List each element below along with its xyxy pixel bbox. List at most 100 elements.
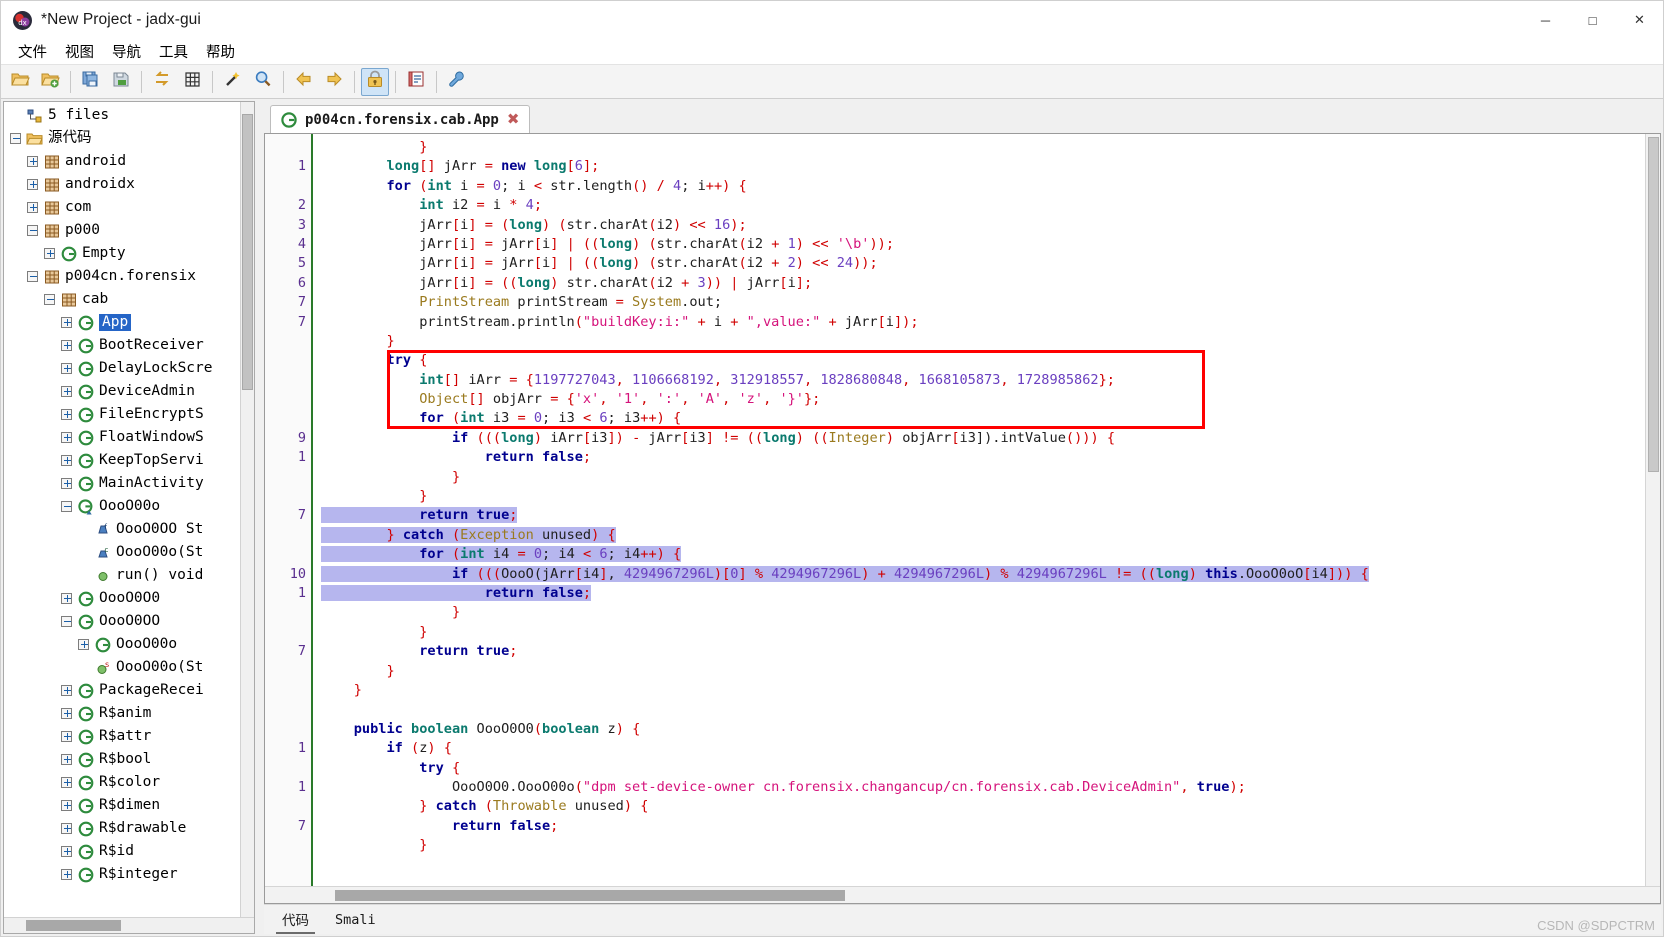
code-line[interactable]: } catch (Exception unused) { xyxy=(313,526,1660,545)
expand-toggle-icon[interactable] xyxy=(59,407,74,422)
expand-toggle-icon[interactable] xyxy=(59,706,74,721)
bottom-tab-code[interactable]: 代码 xyxy=(276,906,315,934)
menu-help[interactable]: 帮助 xyxy=(197,39,244,64)
project-tree[interactable]: 5 files 源代码 android androidx com p000 Empty p00… xyxy=(4,102,254,886)
maximize-button[interactable]: □ xyxy=(1569,1,1616,39)
tree-horizontal-scrollbar[interactable] xyxy=(4,917,254,933)
code-line[interactable] xyxy=(313,700,1660,719)
expand-toggle-icon[interactable] xyxy=(59,476,74,491)
sync-button[interactable] xyxy=(148,68,176,96)
search-button[interactable] xyxy=(249,68,277,96)
expand-toggle-icon[interactable] xyxy=(59,798,74,813)
collapse-toggle-icon[interactable] xyxy=(42,292,57,307)
expand-toggle-icon[interactable] xyxy=(59,453,74,468)
code-vertical-scroll-thumb[interactable] xyxy=(1648,137,1659,472)
tree-node[interactable]: OooO00o xyxy=(4,633,254,656)
deobfuscation-toggle-button[interactable] xyxy=(361,67,389,96)
tree-node[interactable]: 5 files xyxy=(4,104,254,127)
tree-node[interactable]: R$anim xyxy=(4,702,254,725)
code-line[interactable]: printStream.println("buildKey:i:" + i + … xyxy=(313,313,1660,332)
code-line[interactable]: } xyxy=(313,468,1660,487)
expand-toggle-icon[interactable] xyxy=(59,683,74,698)
code-line[interactable]: jArr[i] = jArr[i] | ((long) (str.charAt(… xyxy=(313,235,1660,254)
code-vertical-scrollbar[interactable] xyxy=(1645,134,1660,886)
code-horizontal-scroll-thumb[interactable] xyxy=(335,890,845,901)
expand-toggle-icon[interactable] xyxy=(59,867,74,882)
expand-toggle-icon[interactable] xyxy=(59,591,74,606)
code-line[interactable]: PrintStream printStream = System.out; xyxy=(313,293,1660,312)
code-text[interactable]: } long[] jArr = new long[6]; for (int i … xyxy=(313,134,1660,886)
preferences-button[interactable] xyxy=(443,68,471,96)
tree-node[interactable]: s OooO00o(St xyxy=(4,656,254,679)
expand-toggle-icon[interactable] xyxy=(25,200,40,215)
tree-node[interactable]: R$bool xyxy=(4,748,254,771)
code-line[interactable]: jArr[i] = ((long) str.charAt(i2 + 3)) | … xyxy=(313,274,1660,293)
code-line[interactable]: public boolean OooO0O0(boolean z) { xyxy=(313,720,1660,739)
code-line[interactable]: if (((long) iArr[i3]) - jArr[i3] != ((lo… xyxy=(313,429,1660,448)
deobfuscate-wand-button[interactable] xyxy=(219,68,247,96)
expand-toggle-icon[interactable] xyxy=(59,821,74,836)
tree-node[interactable]: DelayLockScre xyxy=(4,357,254,380)
expand-toggle-icon[interactable] xyxy=(59,844,74,859)
code-line[interactable]: } xyxy=(313,836,1660,855)
expand-toggle-icon[interactable] xyxy=(59,729,74,744)
save-button[interactable] xyxy=(107,68,135,96)
collapse-toggle-icon[interactable] xyxy=(59,499,74,514)
expand-toggle-icon[interactable] xyxy=(59,315,74,330)
code-line[interactable]: return false; xyxy=(313,817,1660,836)
code-line[interactable]: Object[] objArr = {'x', '1', ':', 'A', '… xyxy=(313,390,1660,409)
tree-node[interactable]: R$dimen xyxy=(4,794,254,817)
code-line[interactable]: OooO0O0.OooO00o("dpm set-device-owner cn… xyxy=(313,778,1660,797)
code-horizontal-scrollbar[interactable] xyxy=(265,886,1660,903)
tree-horizontal-scroll-thumb[interactable] xyxy=(26,920,121,931)
close-button[interactable]: ✕ xyxy=(1616,1,1663,39)
tree-vertical-scrollbar[interactable] xyxy=(240,102,254,917)
code-line[interactable]: for (int i4 = 0; i4 < 6; i4++) { xyxy=(313,545,1660,564)
code-line[interactable]: for (int i = 0; i < str.length() / 4; i+… xyxy=(313,177,1660,196)
tree-node[interactable]: R$color xyxy=(4,771,254,794)
tree-node[interactable]: OooO0O0 xyxy=(4,587,254,610)
tree-node[interactable]: FloatWindowS xyxy=(4,426,254,449)
code-line[interactable]: } xyxy=(313,681,1660,700)
expand-packages-button[interactable] xyxy=(178,68,206,96)
tree-node[interactable]: R$integer xyxy=(4,863,254,886)
tree-node[interactable]: R$id xyxy=(4,840,254,863)
code-line[interactable]: jArr[i] = jArr[i] | ((long) (str.charAt(… xyxy=(313,254,1660,273)
code-line[interactable]: } xyxy=(313,603,1660,622)
collapse-toggle-icon[interactable] xyxy=(25,269,40,284)
code-line[interactable]: return true; xyxy=(313,506,1660,525)
code-line[interactable]: } xyxy=(313,138,1660,157)
expand-toggle-icon[interactable] xyxy=(59,361,74,376)
add-folder-button[interactable] xyxy=(36,68,64,96)
code-line[interactable]: } catch (Throwable unused) { xyxy=(313,797,1660,816)
expand-toggle-icon[interactable] xyxy=(42,246,57,261)
menu-view[interactable]: 视图 xyxy=(56,39,103,64)
tree-node[interactable]: android xyxy=(4,150,254,173)
tree-node[interactable]: PackageRecei xyxy=(4,679,254,702)
tree-node[interactable]: cab xyxy=(4,288,254,311)
collapse-toggle-icon[interactable] xyxy=(59,614,74,629)
expand-toggle-icon[interactable] xyxy=(59,775,74,790)
collapse-toggle-icon[interactable] xyxy=(8,131,23,146)
tree-node[interactable]: com xyxy=(4,196,254,219)
code-line[interactable]: return false; xyxy=(313,448,1660,467)
forward-button[interactable] xyxy=(320,68,348,96)
tree-node[interactable]: R$attr xyxy=(4,725,254,748)
expand-toggle-icon[interactable] xyxy=(59,338,74,353)
tree-node[interactable]: FileEncryptS xyxy=(4,403,254,426)
save-all-button[interactable] xyxy=(77,68,105,96)
close-icon[interactable]: ✖ xyxy=(507,112,520,127)
code-area[interactable]: 1 2 3 4 5 6 7 7 9 1 7 10 1 7 1 1 7 } long[] jArr = new l… xyxy=(265,134,1660,886)
code-line[interactable]: } xyxy=(313,487,1660,506)
expand-toggle-icon[interactable] xyxy=(59,384,74,399)
tree-node[interactable]: androidx xyxy=(4,173,254,196)
code-line[interactable]: return false; xyxy=(313,584,1660,603)
code-line[interactable]: } xyxy=(313,623,1660,642)
code-line[interactable]: } xyxy=(313,332,1660,351)
tree-vertical-scroll-thumb[interactable] xyxy=(242,114,253,390)
collapse-toggle-icon[interactable] xyxy=(25,223,40,238)
tree-node[interactable]: f OooO0OO St xyxy=(4,518,254,541)
code-line[interactable]: } xyxy=(313,662,1660,681)
back-button[interactable] xyxy=(290,68,318,96)
expand-toggle-icon[interactable] xyxy=(76,637,91,652)
